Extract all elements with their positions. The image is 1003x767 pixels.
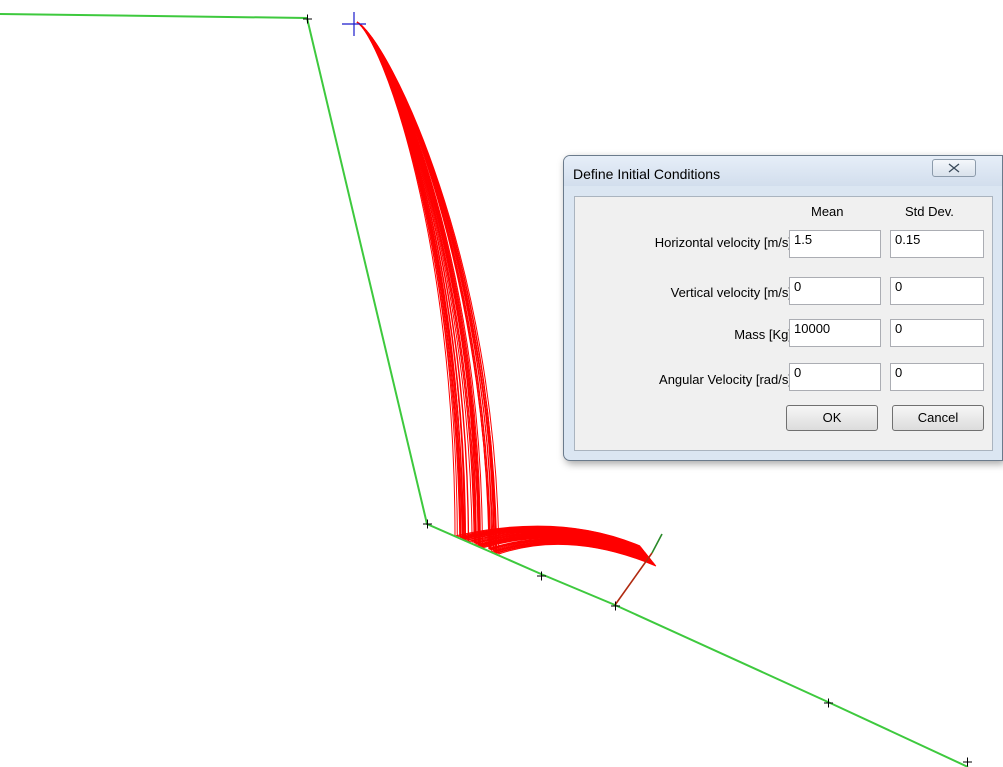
std-dev-column-header: Std Dev. [905, 204, 954, 219]
angular-velocity-mean-input[interactable]: 0 [789, 363, 881, 391]
seeder-marker[interactable] [342, 12, 366, 36]
dialog-body: Mean Std Dev. Horizontal velocity [m/s] … [574, 196, 993, 451]
dialog-title: Define Initial Conditions [573, 166, 721, 182]
horizontal-velocity-mean-input[interactable]: 1.5 [789, 230, 881, 258]
vertical-velocity-mean-input[interactable]: 0 [789, 277, 881, 305]
cancel-button[interactable]: Cancel [892, 405, 984, 431]
trajectory-path [356, 21, 461, 537]
trajectory-path [356, 21, 463, 540]
ok-button[interactable]: OK [786, 405, 878, 431]
trajectory-path [356, 21, 491, 550]
mass-label: Mass [Kg] [734, 327, 792, 342]
dialog-titlebar[interactable]: Define Initial Conditions [564, 156, 1002, 186]
mass-mean-input[interactable]: 10000 [789, 319, 881, 347]
angular-velocity-std-input[interactable]: 0 [890, 363, 984, 391]
vertical-velocity-label: Vertical velocity [m/s] [670, 285, 792, 300]
define-initial-conditions-dialog: Define Initial Conditions Mean Std Dev. … [563, 155, 1003, 461]
trajectory-path [356, 21, 490, 550]
close-button[interactable] [932, 159, 976, 177]
close-icon [948, 163, 960, 173]
horizontal-velocity-label: Horizontal velocity [m/s] [654, 235, 792, 250]
horizontal-velocity-std-input[interactable]: 0.15 [890, 230, 984, 258]
mean-column-header: Mean [811, 204, 844, 219]
mass-std-input[interactable]: 0 [890, 319, 984, 347]
angular-velocity-label: Angular Velocity [rad/s] [659, 372, 792, 387]
trajectory-path [356, 21, 492, 550]
vertical-velocity-std-input[interactable]: 0 [890, 277, 984, 305]
